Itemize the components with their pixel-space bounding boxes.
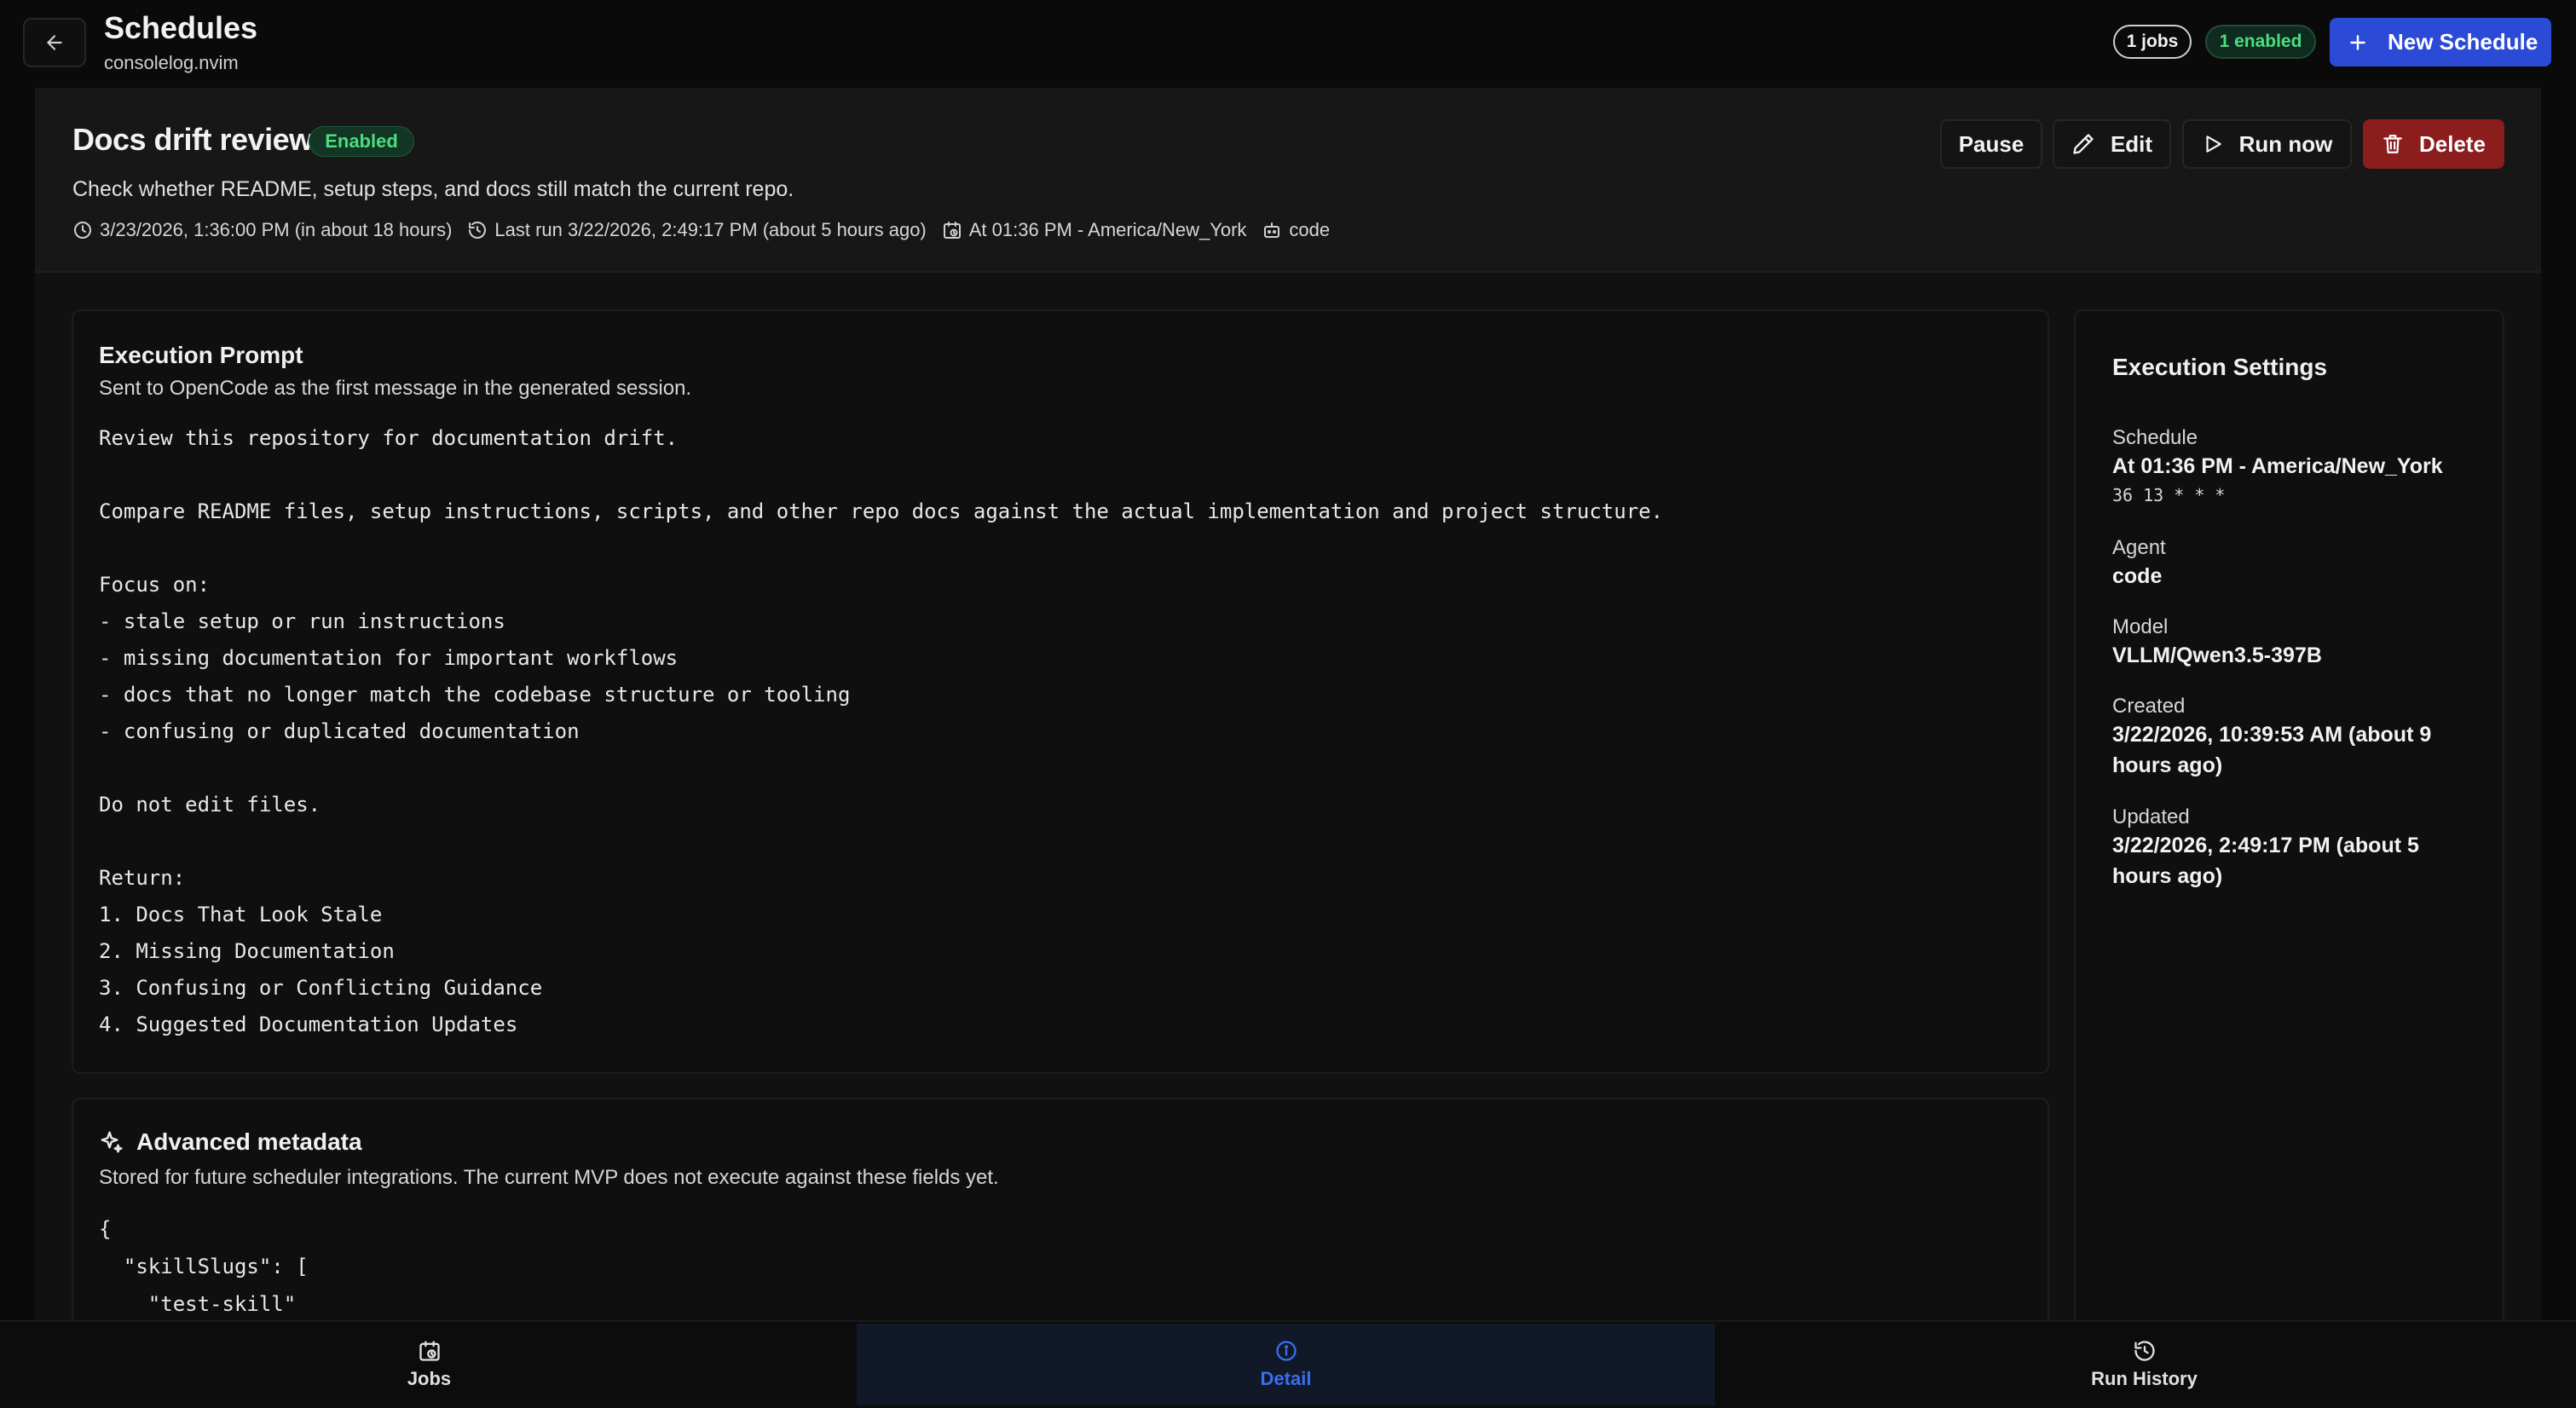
next-run-text: 3/23/2026, 1:36:00 PM (in about 18 hours… (100, 219, 453, 240)
bot-icon (1264, 222, 1280, 238)
setting-schedule: Schedule At 01:36 PM - America/New_York … (2112, 425, 2479, 505)
execution-settings-title: Execution Settings (2112, 354, 2328, 380)
status-badge: Enabled (309, 126, 414, 157)
app-root: Schedules consolelog.nvim 1 jobs 1 enabl… (0, 0, 2576, 1408)
schedule-meta: At 01:36 PM - America/New_York (942, 219, 1247, 241)
execution-settings-card: Execution Settings Schedule At 01:36 PM … (2074, 309, 2504, 1408)
agent-meta: code (1262, 219, 1330, 241)
tab-run-history[interactable]: Run History (1715, 1324, 2573, 1405)
advanced-metadata-title: Advanced metadata (136, 1128, 362, 1155)
history-icon (469, 222, 487, 239)
back-button[interactable] (23, 18, 86, 67)
setting-model-value: VLLM/Qwen3.5-397B (2112, 643, 2322, 667)
history-icon (2134, 1341, 2155, 1361)
plus-icon (2350, 34, 2365, 50)
advanced-metadata-subtitle: Stored for future scheduler integrations… (99, 1166, 999, 1189)
pause-label: Pause (1958, 130, 2024, 157)
schedule-text: At 01:36 PM - America/New_York (968, 219, 1247, 240)
setting-updated-value: 3/22/2026, 2:49:17 PM (about 5 hours ago… (2112, 834, 2419, 888)
execution-prompt-body: Review this repository for documentation… (99, 426, 1664, 1036)
calendar-clock-icon (943, 222, 961, 239)
new-schedule-label: New Schedule (2388, 29, 2538, 55)
tab-detail-label: Detail (1260, 1368, 1312, 1389)
setting-created-label: Created (2112, 695, 2186, 718)
detail-panel: Docs drift review Enabled Check whether … (35, 88, 2541, 1408)
setting-created: Created 3/22/2026, 10:39:53 AM (about 9 … (2112, 694, 2479, 781)
job-title: Docs drift review (72, 122, 313, 157)
pause-button[interactable]: Pause (1940, 119, 2042, 169)
pencil-icon (2073, 134, 2094, 154)
enabled-count-badge: 1 enabled (2205, 25, 2316, 59)
tab-detail[interactable]: Detail (857, 1324, 1715, 1405)
setting-model: Model VLLM/Qwen3.5-397B (2112, 615, 2479, 671)
info-icon (1275, 1341, 1297, 1361)
trash-icon (2383, 135, 2402, 153)
advanced-metadata-heading: Advanced metadata (99, 1128, 362, 1156)
delete-label: Delete (2418, 130, 2486, 157)
last-run-text: Last run 3/22/2026, 2:49:17 PM (about 5 … (494, 219, 927, 240)
next-run-meta: 3/23/2026, 1:36:00 PM (in about 18 hours… (72, 219, 452, 241)
agent-text: code (1289, 219, 1331, 240)
job-description: Check whether README, setup steps, and d… (72, 177, 794, 201)
edit-button[interactable]: Edit (2053, 119, 2171, 169)
tab-run-history-label: Run History (2091, 1368, 2198, 1389)
last-run-meta: Last run 3/22/2026, 2:49:17 PM (about 5 … (467, 219, 927, 241)
delete-button[interactable]: Delete (2363, 119, 2504, 169)
setting-agent-value: code (2112, 564, 2163, 588)
job-header: Docs drift review Enabled Check whether … (35, 88, 2541, 273)
setting-cron-expression: 36 13 * * * (2112, 485, 2226, 505)
new-schedule-button[interactable]: New Schedule (2330, 18, 2551, 66)
edit-label: Edit (2110, 130, 2153, 157)
execution-prompt-title: Execution Prompt (99, 342, 303, 368)
job-meta-row: 3/23/2026, 1:36:00 PM (in about 18 hours… (72, 217, 1345, 243)
setting-updated: Updated 3/22/2026, 2:49:17 PM (about 5 h… (2112, 805, 2479, 892)
sparkles-icon (101, 1131, 123, 1153)
clock-icon (74, 222, 91, 239)
execution-prompt-subtitle: Sent to OpenCode as the first message in… (99, 377, 692, 400)
setting-updated-label: Updated (2112, 805, 2190, 828)
arrow-left-icon (47, 35, 62, 50)
setting-model-label: Model (2112, 615, 2169, 638)
setting-agent: Agent code (2112, 535, 2479, 591)
setting-agent-label: Agent (2112, 536, 2166, 559)
setting-schedule-label: Schedule (2112, 426, 2198, 449)
tab-jobs-label: Jobs (407, 1368, 452, 1389)
setting-schedule-value: At 01:36 PM - America/New_York (2112, 454, 2443, 478)
run-now-button[interactable]: Run now (2182, 119, 2352, 169)
jobs-count-badge: 1 jobs (2113, 25, 2192, 59)
page-subtitle: consolelog.nvim (104, 52, 239, 73)
setting-created-value: 3/22/2026, 10:39:53 AM (about 9 hours ag… (2112, 723, 2432, 777)
bottom-navigation: Jobs Detail Run History (0, 1320, 2576, 1408)
top-bar: Schedules consolelog.nvim 1 jobs 1 enabl… (0, 0, 2576, 85)
page-title: Schedules (104, 10, 258, 45)
tab-jobs[interactable]: Jobs (0, 1324, 858, 1405)
play-icon (2206, 136, 2221, 153)
advanced-metadata-json: { "skillSlugs": [ "test-skill" (99, 1217, 309, 1316)
execution-prompt-card: Execution Prompt Sent to OpenCode as the… (72, 309, 2049, 1074)
calendar-clock-icon (419, 1341, 440, 1361)
run-now-label: Run now (2238, 130, 2333, 157)
